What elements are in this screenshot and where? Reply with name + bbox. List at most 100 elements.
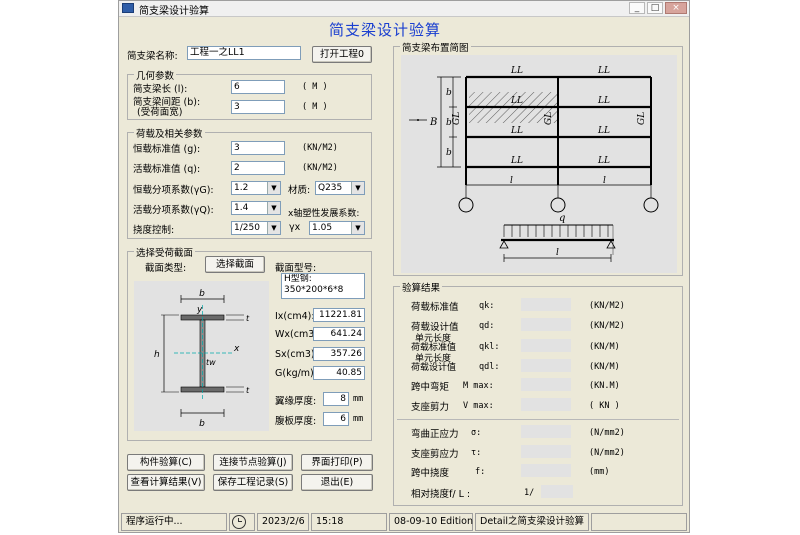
result-symbol: τ: xyxy=(471,448,482,458)
label-b: b xyxy=(446,88,452,98)
result-symbol: qd: xyxy=(479,321,495,331)
spacing-input[interactable]: 3 xyxy=(231,100,285,114)
result-label: 跨中弯矩 xyxy=(411,382,450,393)
gamma-q-select[interactable]: 1.4 ▼ xyxy=(231,201,281,215)
label-ll: LL xyxy=(597,126,610,136)
result-symbol: qdl: xyxy=(479,362,500,372)
result-value xyxy=(521,445,571,458)
result-label: 支座剪应力 xyxy=(411,449,459,460)
open-project-button[interactable]: 打开工程0 xyxy=(312,46,372,63)
label-q: q xyxy=(559,213,565,224)
app-icon xyxy=(122,3,134,13)
axis-y-label: y xyxy=(196,305,203,315)
layout-plan-diagram: LL LL LL LL LL LL LL LL GL GL GL b b b B… xyxy=(401,55,677,273)
result-label: 弯曲正应力 xyxy=(411,429,459,440)
dead-load-label: 恒载标准值 (g): xyxy=(133,144,201,155)
material-select[interactable]: Q235 ▼ xyxy=(315,181,365,195)
save-record-button[interactable]: 保存工程记录(S) xyxy=(213,474,293,491)
status-version: 08-09-10 Edition xyxy=(389,513,473,531)
result-value xyxy=(521,398,571,411)
length-input[interactable]: 6 xyxy=(231,80,285,94)
loads-caption: 荷载及相关参数 xyxy=(134,126,205,140)
length-label: 简支梁长 (l): xyxy=(133,84,188,95)
section-model-label: 截面型号: xyxy=(275,263,317,274)
result-unit: (KN/M) xyxy=(589,362,620,372)
print-button[interactable]: 界面打印(P) xyxy=(301,454,373,471)
dead-load-unit: (KN/M2) xyxy=(302,143,338,153)
relative-deflection-prefix: 1/ xyxy=(524,488,535,498)
gamma-g-select[interactable]: 1.2 ▼ xyxy=(231,181,281,195)
result-unit: (KN/M) xyxy=(589,342,620,352)
length-unit: ( M ) xyxy=(302,82,328,92)
page-title: 简支梁设计验算 xyxy=(329,21,442,39)
results-caption: 验算结果 xyxy=(400,280,443,294)
g-field[interactable]: 40.85 xyxy=(313,366,365,380)
sx-field[interactable]: 357.26 xyxy=(313,347,365,361)
gamma-x-select[interactable]: 1.05 ▼ xyxy=(309,221,365,235)
exit-button[interactable]: 退出(E) xyxy=(301,474,373,491)
result-value xyxy=(521,298,571,311)
chevron-down-icon: ▼ xyxy=(267,222,280,234)
minimize-button[interactable]: _ xyxy=(629,2,645,14)
live-load-input[interactable]: 2 xyxy=(231,161,285,175)
result-label: 跨中挠度 xyxy=(411,468,450,479)
dead-load-input[interactable]: 3 xyxy=(231,141,285,155)
result-unit: (KN/M2) xyxy=(589,321,625,331)
relative-deflection-label: 相对挠度f/ L : xyxy=(411,489,471,500)
close-button[interactable]: × xyxy=(665,2,687,14)
dim-h: h xyxy=(154,350,160,360)
deflection-select[interactable]: 1/250 ▼ xyxy=(231,221,281,235)
dim-b-top: b xyxy=(199,289,205,299)
web-input[interactable]: 6 xyxy=(323,412,349,426)
label-gl: GL xyxy=(637,112,647,125)
result-symbol: f: xyxy=(475,467,486,477)
gamma-x-label: γx xyxy=(289,222,301,233)
i-beam-section-drawing: b y x t h tw t b xyxy=(154,289,250,429)
result-unit: ( KN ) xyxy=(589,401,620,411)
ix-label: Ix(cm4): xyxy=(275,311,315,322)
title-bar: 简支梁设计验算 _ □ × xyxy=(119,1,689,17)
view-results-button[interactable]: 查看计算结果(V) xyxy=(127,474,205,491)
wx-field[interactable]: 641.24 xyxy=(313,327,365,341)
geometry-caption: 几何参数 xyxy=(134,68,177,82)
spacing-unit: ( M ) xyxy=(302,102,328,112)
clock-icon xyxy=(232,515,246,529)
result-value xyxy=(521,318,571,331)
status-empty xyxy=(591,513,687,531)
gamma-g-label: 恒载分项系数(γG): xyxy=(133,185,214,196)
web-label: 腹板厚度: xyxy=(275,416,317,427)
label-l: l xyxy=(510,176,513,186)
dim-tw: tw xyxy=(206,358,216,367)
project-name-label: 简支梁名称: xyxy=(127,51,178,62)
dim-t-top: t xyxy=(246,314,250,323)
result-value xyxy=(521,464,571,477)
chevron-down-icon: ▼ xyxy=(351,222,364,234)
label-ll: LL xyxy=(510,96,523,106)
status-module: Detail之简支梁设计验算 xyxy=(475,513,589,531)
check-member-button[interactable]: 构件验算(C) xyxy=(127,454,205,471)
flange-unit: mm xyxy=(353,394,364,404)
result-label: 荷载设计值 xyxy=(411,363,457,373)
project-name-input[interactable]: 工程一之LL1 xyxy=(187,46,301,60)
section-model-field[interactable]: H型钢: 350*200*6*8 xyxy=(281,273,365,299)
maximize-button[interactable]: □ xyxy=(647,2,663,14)
result-label: 荷载标准值 xyxy=(411,302,459,313)
chevron-down-icon: ▼ xyxy=(351,182,364,194)
flange-input[interactable]: 8 xyxy=(323,392,349,406)
select-section-button[interactable]: 选择截面 xyxy=(205,256,265,273)
ix-field[interactable]: 11221.81 xyxy=(313,308,365,322)
material-label: 材质: xyxy=(288,185,311,196)
results-divider xyxy=(397,419,679,420)
check-node-button[interactable]: 连接节点验算(J) xyxy=(213,454,293,471)
result-unit: (N/mm2) xyxy=(589,448,625,458)
label-gl: GL xyxy=(544,112,554,125)
result-unit: (KN/M2) xyxy=(589,301,625,311)
chevron-down-icon: ▼ xyxy=(267,202,280,214)
relative-deflection-value xyxy=(541,485,573,498)
plastic-coef-label: x轴塑性发展系数: xyxy=(288,209,360,219)
result-unit: (mm) xyxy=(589,467,610,477)
label-ll: LL xyxy=(597,66,610,76)
status-date: 2023/2/6 xyxy=(257,513,309,531)
label-ll: LL xyxy=(510,126,523,136)
label-ll: LL xyxy=(597,156,610,166)
